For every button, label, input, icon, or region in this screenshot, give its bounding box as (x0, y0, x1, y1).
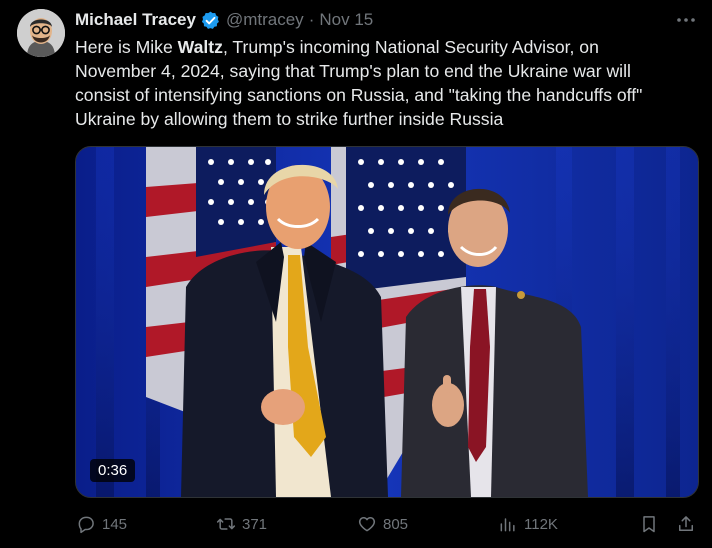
like-count: 805 (383, 515, 409, 533)
verified-icon (200, 10, 221, 31)
action-bar: 145 371 805 112K (75, 510, 700, 538)
tweet-text-bold: Waltz (177, 37, 223, 57)
tweet-header: Michael Tracey @mtracey · Nov 15 (75, 8, 373, 32)
tweet-text-line: Here is Mike Waltz, Trump's incoming Nat… (75, 35, 695, 59)
reply-icon (75, 513, 97, 535)
views-count: 112K (524, 515, 558, 533)
tweet-text-line: November 4, 2024, saying that Trump's pl… (75, 61, 631, 81)
share-button[interactable] (675, 510, 697, 538)
tweet-text-line: consist of intensifying sanctions on Rus… (75, 85, 643, 105)
reply-count: 145 (102, 515, 128, 533)
video-thumbnail (76, 147, 698, 497)
views-icon (497, 513, 519, 535)
share-icon (675, 513, 697, 535)
like-icon (356, 513, 378, 535)
bookmark-icon (638, 513, 660, 535)
more-icon (677, 18, 695, 22)
repost-icon (215, 513, 237, 535)
video-player[interactable]: 0:36 (75, 146, 699, 498)
tweet-text-segment: Here is Mike (75, 37, 178, 57)
timestamp[interactable]: Nov 15 (319, 10, 373, 30)
repost-count: 371 (242, 515, 268, 533)
reply-button[interactable]: 145 (75, 510, 127, 538)
avatar[interactable] (17, 9, 65, 57)
views-button[interactable]: 112K (497, 510, 558, 538)
tweet-text-segment: , Trump's incoming National Security Adv… (222, 37, 599, 57)
author-handle[interactable]: @mtracey (226, 10, 304, 30)
bookmark-button[interactable] (638, 510, 660, 538)
tweet: Michael Tracey @mtracey · Nov 15 Here is… (0, 0, 712, 548)
author-name[interactable]: Michael Tracey (75, 10, 196, 30)
header-separator: · (308, 10, 315, 29)
more-button[interactable] (672, 8, 700, 32)
tweet-text-line: Ukraine by allowing them to strike furth… (75, 109, 504, 129)
repost-button[interactable]: 371 (215, 510, 267, 538)
like-button[interactable]: 805 (356, 510, 408, 538)
avatar-cartoon-icon (17, 9, 65, 57)
video-duration: 0:36 (90, 459, 136, 482)
tweet-text: Here is Mike Waltz, Trump's incoming Nat… (75, 35, 695, 131)
